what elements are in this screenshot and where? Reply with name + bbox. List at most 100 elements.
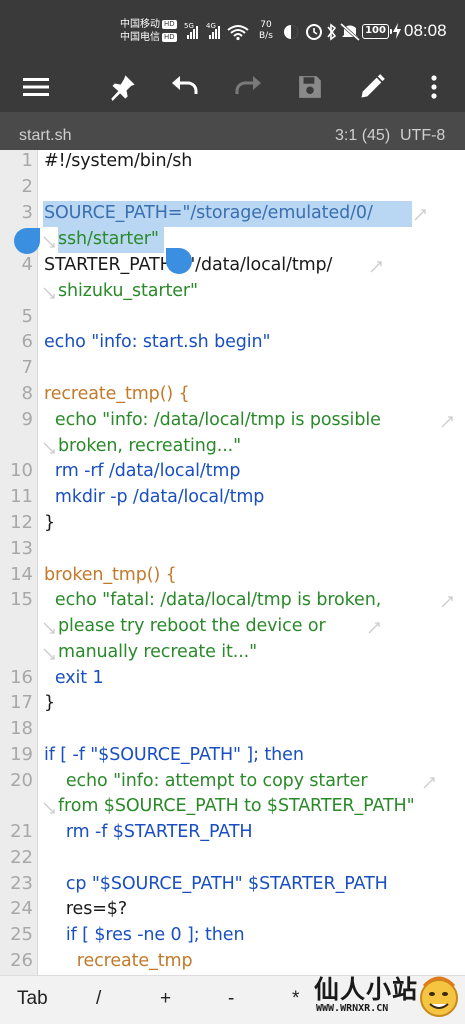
file-name[interactable]: start.sh (19, 127, 71, 145)
wrap-return-icon (43, 442, 55, 454)
code-line-wrapped[interactable]: shizuku_starter" (58, 278, 198, 304)
save-button[interactable] (291, 68, 329, 106)
mascot-icon (420, 976, 458, 1017)
save-icon (299, 76, 321, 98)
code-line[interactable]: } (44, 690, 55, 716)
charging-icon (393, 23, 401, 39)
watermark-title: 仙人小站 (314, 975, 419, 1004)
line-number: 26 (10, 950, 33, 971)
code-line[interactable]: echo "info: start.sh begin" (44, 329, 271, 355)
line-number: 15 (10, 589, 33, 610)
edit-button[interactable] (353, 68, 391, 106)
key-asterisk[interactable]: * (292, 988, 299, 1010)
code-text: echo "fatal: /data/local/tmp is broken, (44, 590, 382, 610)
line-number: 23 (10, 873, 33, 894)
key-minus[interactable]: - (228, 988, 234, 1010)
line-number: 3 (21, 202, 33, 223)
code-line[interactable]: echo "info: /data/local/tmp is possible (44, 407, 381, 433)
code-line[interactable]: recreate_tmp (44, 948, 193, 974)
code-line[interactable]: res=$? (44, 896, 127, 922)
clock: 08:08 (404, 21, 447, 40)
code-line[interactable]: broken_tmp() { (44, 562, 177, 588)
wrap-arrow-icon (370, 261, 382, 273)
line-number: 18 (10, 718, 33, 739)
line-number: 5 (21, 306, 33, 327)
line-number: 16 (10, 667, 33, 688)
editor-toolbar (0, 62, 465, 112)
code-line-wrapped[interactable]: please try reboot the device or (58, 613, 326, 639)
code-text: } (44, 693, 56, 713)
carrier-1: 中国移动 (120, 19, 160, 30)
code-text: SOURCE_PATH="/storage/emulated/0/ (44, 203, 373, 223)
line-number: 13 (10, 538, 33, 559)
wrap-return-icon (43, 236, 55, 248)
code-line[interactable]: mkdir -p /data/local/tmp (44, 484, 265, 510)
line-number: 14 (10, 564, 33, 585)
wrap-return-icon (43, 622, 55, 634)
code-text: exit 1 (44, 668, 104, 688)
selection-start-handle[interactable] (14, 228, 40, 254)
code-line[interactable]: cp "$SOURCE_PATH" $STARTER_PATH (44, 871, 388, 897)
code-text: from $SOURCE_PATH to $STARTER_PATH" (58, 796, 415, 816)
code-text: echo "info: start.sh begin" (44, 332, 271, 352)
line-number: 12 (10, 512, 33, 533)
carrier-2: 中国电信 (120, 32, 160, 43)
line-number: 8 (21, 383, 33, 404)
code-line[interactable]: exit 1 (44, 665, 104, 691)
hd-badge-2: HD (162, 33, 177, 42)
signal-icons: 5G 4G (184, 22, 249, 41)
code-line[interactable]: rm -f $STARTER_PATH (44, 819, 253, 845)
line-number: 25 (10, 924, 33, 945)
file-encoding[interactable]: UTF-8 (400, 127, 445, 145)
key-tab[interactable]: Tab (17, 988, 48, 1010)
code-text: } (44, 513, 56, 533)
watermark-url: WWW.WRNXR.CN (316, 1003, 389, 1014)
cursor-position: 3:1 (45) (335, 127, 391, 144)
selection-end-handle[interactable] (166, 248, 192, 274)
code-line[interactable]: echo "info: attempt to copy starter (44, 768, 368, 794)
code-text: recreate_tmp() { (44, 384, 190, 404)
redo-button[interactable] (229, 68, 267, 106)
line-number: 4 (21, 254, 33, 275)
code-text: shizuku_starter" (58, 281, 198, 301)
code-text: res=$? (44, 899, 128, 919)
pin-icon (111, 75, 135, 101)
code-line[interactable]: echo "fatal: /data/local/tmp is broken, (44, 587, 381, 613)
key-slash[interactable]: / (96, 988, 101, 1010)
code-line[interactable]: SOURCE_PATH="/storage/emulated/0/ (44, 200, 373, 226)
code-text: manually recreate it..." (58, 642, 258, 662)
battery-icon: 100 (362, 24, 392, 39)
line-number: 2 (21, 176, 33, 197)
more-vert-icon (431, 75, 437, 99)
undo-button[interactable] (166, 68, 204, 106)
menu-button[interactable] (17, 68, 55, 106)
code-line[interactable]: rm -rf /data/local/tmp (44, 458, 241, 484)
code-line[interactable]: } (44, 510, 55, 536)
status-bar: 中国移动 HD 中国电信 HD 5G 4G 70 B/s 100 08:08 (0, 0, 465, 62)
line-number: 17 (10, 692, 33, 713)
key-plus[interactable]: + (160, 988, 171, 1010)
code-line[interactable]: #!/system/bin/sh (44, 150, 192, 174)
code-line-wrapped[interactable]: broken, recreating..." (58, 433, 241, 459)
code-line[interactable]: recreate_tmp() { (44, 381, 190, 407)
menu-icon (23, 78, 49, 96)
gutter-divider (37, 150, 38, 975)
code-line[interactable]: if [ -f "$SOURCE_PATH" ]; then (44, 742, 304, 768)
wrap-return-icon (43, 648, 55, 660)
hd-badge-1: HD (162, 20, 177, 29)
code-line-wrapped[interactable]: manually recreate it..." (58, 639, 257, 665)
code-text: rm -f $STARTER_PATH (44, 822, 253, 842)
code-text: rm -rf /data/local/tmp (44, 461, 241, 481)
wrap-arrow-icon (423, 777, 435, 789)
pencil-icon (361, 74, 385, 98)
more-button[interactable] (415, 68, 453, 106)
carrier-info: 中国移动 HD 中国电信 HD (120, 18, 177, 44)
code-editor[interactable]: 1 2 3 4 5 6 7 8 9 10 11 12 13 14 15 16 1… (0, 150, 465, 975)
code-line-wrapped[interactable]: from $SOURCE_PATH to $STARTER_PATH" (58, 793, 415, 819)
line-number: 7 (21, 357, 33, 378)
code-line-wrapped[interactable]: ssh/starter" (58, 226, 159, 252)
pin-button[interactable] (104, 68, 142, 106)
line-number: 20 (10, 770, 33, 791)
status-icons (284, 22, 360, 42)
code-line[interactable]: if [ $res -ne 0 ]; then (44, 922, 245, 948)
